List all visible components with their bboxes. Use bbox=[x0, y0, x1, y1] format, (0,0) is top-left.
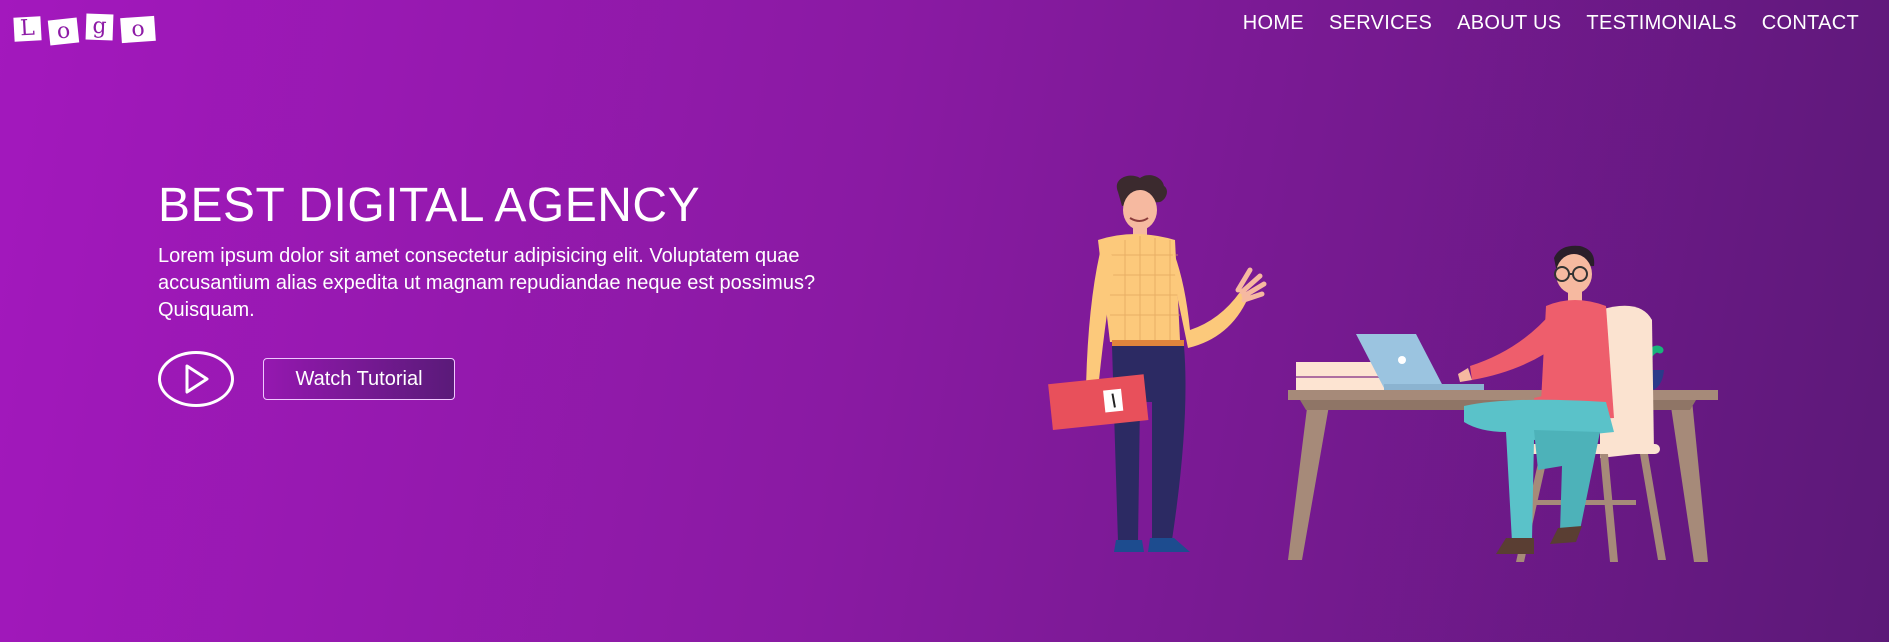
logo-letter-g: g bbox=[85, 13, 114, 41]
logo-letter-o: o bbox=[47, 17, 80, 46]
nav-home[interactable]: HOME bbox=[1243, 12, 1304, 35]
play-icon bbox=[185, 364, 209, 394]
nav-testimonials[interactable]: TESTIMONIALS bbox=[1586, 12, 1736, 35]
logo-letter-o2: o bbox=[120, 15, 156, 44]
main-nav: HOME SERVICES ABOUT US TESTIMONIALS CONT… bbox=[1243, 12, 1859, 35]
office-illustration bbox=[1048, 175, 1718, 562]
nav-contact[interactable]: CONTACT bbox=[1762, 12, 1859, 35]
nav-about-us[interactable]: ABOUT US bbox=[1457, 12, 1561, 35]
watch-tutorial-button[interactable]: Watch Tutorial bbox=[263, 358, 455, 400]
logo[interactable]: L o g o bbox=[13, 13, 156, 46]
hero-title: BEST DIGITAL AGENCY bbox=[158, 179, 701, 232]
nav-services[interactable]: SERVICES bbox=[1329, 12, 1432, 35]
hero-description: Lorem ipsum dolor sit amet consectetur a… bbox=[158, 245, 816, 321]
logo-letter-l: L bbox=[13, 16, 42, 42]
play-button[interactable] bbox=[158, 351, 234, 407]
standing-man-figure bbox=[1048, 175, 1267, 552]
